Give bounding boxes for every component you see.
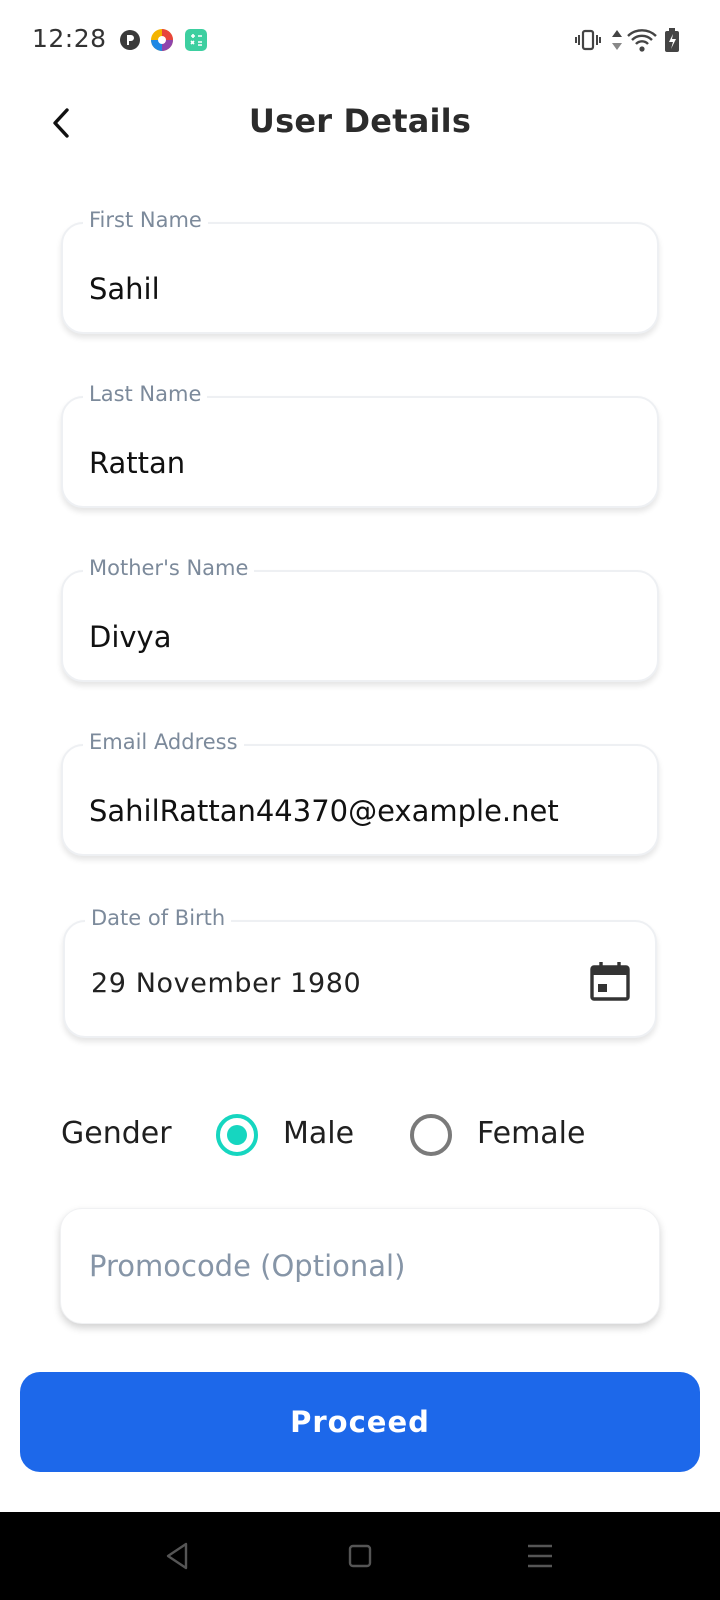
date-of-birth-field[interactable]: Date of Birth 29 November 1980 — [63, 906, 657, 1038]
email-field[interactable]: Email Address SahilRattan44370@example.n… — [61, 730, 659, 856]
battery-charging-icon — [664, 26, 680, 54]
first-name-value[interactable]: Sahil — [89, 272, 160, 306]
first-name-field[interactable]: First Name Sahil — [61, 208, 659, 334]
calendar-icon[interactable] — [589, 960, 631, 1002]
male-radio[interactable] — [216, 1114, 258, 1156]
email-value[interactable]: SahilRattan44370@example.net — [89, 794, 559, 828]
promocode-field[interactable] — [60, 1208, 660, 1324]
vibrate-icon — [574, 26, 602, 54]
last-name-value[interactable]: Rattan — [89, 446, 185, 480]
page-title: User Details — [248, 102, 472, 140]
last-name-field[interactable]: Last Name Rattan — [61, 382, 659, 508]
email-label: Email Address — [83, 730, 244, 754]
status-time: 12:28 — [32, 24, 107, 53]
nav-menu-icon[interactable] — [522, 1538, 558, 1574]
photos-app-icon — [150, 28, 174, 52]
last-name-label: Last Name — [83, 382, 208, 406]
date-of-birth-value[interactable]: 29 November 1980 — [91, 968, 361, 999]
data-arrows-icon — [610, 26, 624, 54]
nav-home-icon[interactable] — [342, 1538, 378, 1574]
promocode-input[interactable] — [61, 1209, 659, 1323]
date-of-birth-label: Date of Birth — [85, 906, 232, 930]
gender-row: Gender Male Female — [0, 1108, 720, 1162]
mothers-name-value[interactable]: Divya — [89, 620, 171, 654]
nav-back-icon[interactable] — [160, 1538, 196, 1574]
first-name-label: First Name — [83, 208, 208, 232]
game-app-icon — [118, 28, 142, 52]
mothers-name-label: Mother's Name — [83, 556, 255, 580]
female-radio-label[interactable]: Female — [477, 1116, 585, 1151]
calculator-app-icon — [184, 28, 208, 52]
male-radio-label[interactable]: Male — [283, 1116, 354, 1151]
system-nav-bar — [0, 1512, 720, 1600]
mothers-name-field[interactable]: Mother's Name Divya — [61, 556, 659, 682]
gender-label: Gender — [61, 1116, 172, 1151]
proceed-button[interactable]: Proceed — [20, 1372, 700, 1472]
female-radio[interactable] — [410, 1114, 452, 1156]
wifi-icon — [626, 26, 658, 54]
status-bar: 12:28 — [0, 0, 720, 80]
